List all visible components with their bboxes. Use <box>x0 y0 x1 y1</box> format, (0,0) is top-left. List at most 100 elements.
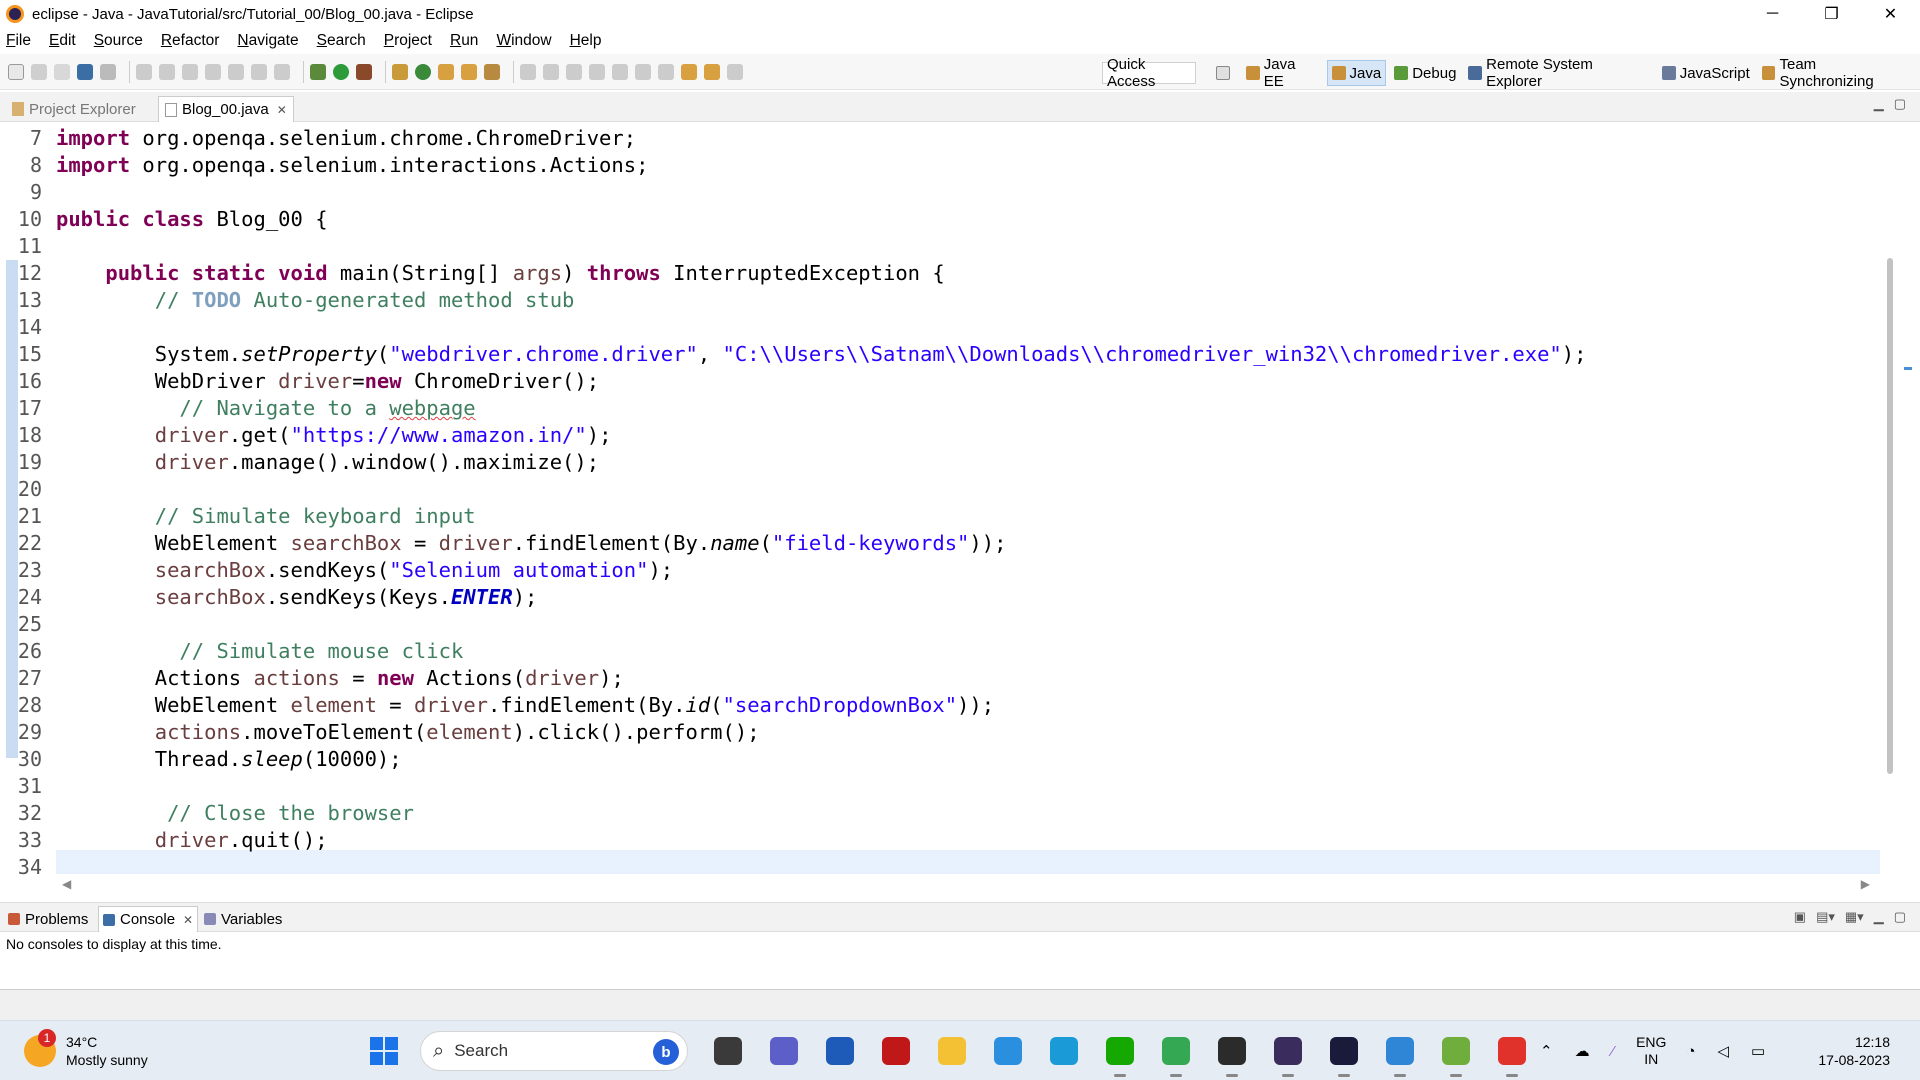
microsoft-store-icon <box>826 1037 854 1065</box>
tab-problems[interactable]: Problems <box>4 906 92 932</box>
tab-console[interactable]: Console ✕ <box>98 906 199 932</box>
minimize-panel-icon[interactable]: ▁ <box>1874 96 1884 112</box>
menu-run[interactable]: Run <box>450 32 478 50</box>
perspective-remote-system-explorer[interactable]: Remote System Explorer <box>1464 56 1653 90</box>
weather-widget[interactable]: 1 34°C Mostly sunny <box>24 1029 148 1069</box>
menu-navigate[interactable]: Navigate <box>237 32 298 50</box>
java-ee-icon <box>1246 66 1260 80</box>
editor-horizontal-scrollbar[interactable]: ◀ ▶ <box>56 874 1876 894</box>
whitespace-icon[interactable] <box>612 63 628 80</box>
tab-project-explorer[interactable]: Project Explorer <box>6 96 142 122</box>
open-console-icon[interactable]: ▦▾ <box>1845 909 1864 925</box>
battery-icon[interactable]: ▭ <box>1751 1042 1765 1060</box>
forward-icon[interactable] <box>727 63 743 80</box>
taskbar-app-8[interactable] <box>1148 1031 1204 1077</box>
taskbar-app-12[interactable] <box>1372 1031 1428 1077</box>
system-clock[interactable]: 12:18 17-08-2023 <box>1818 1033 1890 1069</box>
pen-menu-icon[interactable]: ⁄ <box>1612 1043 1615 1060</box>
new-class-icon[interactable] <box>415 63 431 80</box>
taskbar-app-6[interactable] <box>1036 1031 1092 1071</box>
overview-ruler-marker[interactable] <box>1904 367 1912 370</box>
onedrive-cloud-icon[interactable]: ☁ <box>1575 1042 1590 1060</box>
maximize-button[interactable]: ❐ <box>1802 0 1861 28</box>
wifi-icon[interactable]: ◔ <box>1686 1043 1695 1060</box>
volume-icon[interactable]: ◁ <box>1718 1042 1730 1060</box>
open-task-icon[interactable] <box>461 63 477 80</box>
show-hidden-icons-icon[interactable]: ⌃ <box>1540 1042 1553 1060</box>
save-icon[interactable] <box>31 63 47 80</box>
prev-annotation-icon[interactable] <box>658 63 674 80</box>
step-over-icon[interactable] <box>251 63 267 80</box>
display-console-icon[interactable]: ▤▾ <box>1816 909 1835 925</box>
menu-window[interactable]: Window <box>496 32 551 50</box>
new-icon[interactable] <box>8 63 24 80</box>
close-tab-icon[interactable]: ✕ <box>183 913 193 927</box>
step-return-icon[interactable] <box>274 63 290 80</box>
scroll-right-icon[interactable]: ▶ <box>1861 877 1870 891</box>
open-type-icon[interactable] <box>438 63 454 80</box>
run-icon[interactable] <box>333 63 349 80</box>
skip-breakpoints-icon[interactable] <box>100 63 116 80</box>
perspective-javascript[interactable]: JavaScript <box>1658 60 1754 86</box>
debug-icon[interactable] <box>310 63 326 80</box>
taskbar-app-2[interactable] <box>812 1031 868 1071</box>
menu-help[interactable]: Help <box>570 32 602 50</box>
maximize-panel-icon[interactable]: ▢ <box>1894 96 1906 112</box>
pin-console-icon[interactable]: ▣ <box>1794 909 1806 925</box>
menu-source[interactable]: Source <box>94 32 143 50</box>
menu-file[interactable]: File <box>6 32 31 50</box>
back-icon[interactable] <box>704 63 720 80</box>
minimize-panel-icon[interactable]: ▁ <box>1874 909 1884 925</box>
next-annotation-icon[interactable] <box>635 63 651 80</box>
taskbar-app-7[interactable] <box>1092 1031 1148 1077</box>
perspective-java-ee[interactable]: Java EE <box>1242 56 1323 90</box>
annotation-icon[interactable] <box>520 63 536 80</box>
close-button[interactable]: ✕ <box>1861 0 1920 28</box>
pen-icon[interactable] <box>543 63 559 80</box>
block-select-icon[interactable] <box>589 63 605 80</box>
suspend-icon[interactable] <box>159 63 175 80</box>
perspective-team-sync[interactable]: Team Synchronizing <box>1758 56 1916 90</box>
disconnect-icon[interactable] <box>205 63 221 80</box>
tab-blog-00-java[interactable]: Blog_00.java ✕ <box>158 96 294 122</box>
taskbar-search[interactable]: ⌕ Search b <box>420 1031 688 1071</box>
bing-icon[interactable]: b <box>653 1039 679 1065</box>
terminal-icon[interactable] <box>77 63 93 80</box>
taskbar-app-3[interactable] <box>868 1031 924 1071</box>
quick-access-input[interactable]: Quick Access <box>1102 56 1196 90</box>
minimize-button[interactable]: ─ <box>1743 0 1802 28</box>
perspective-debug[interactable]: Debug <box>1390 60 1460 86</box>
open-perspective-button[interactable] <box>1212 60 1238 86</box>
language-indicator[interactable]: ENG IN <box>1636 1034 1666 1068</box>
maximize-panel-icon[interactable]: ▢ <box>1894 909 1906 925</box>
menu-project[interactable]: Project <box>384 32 432 50</box>
taskbar-app-9[interactable] <box>1204 1031 1260 1077</box>
menu-edit[interactable]: Edit <box>49 32 76 50</box>
menu-search[interactable]: Search <box>317 32 366 50</box>
tab-variables[interactable]: Variables <box>200 906 286 932</box>
toggle-mark-icon[interactable] <box>566 63 582 80</box>
taskbar-app-11[interactable] <box>1316 1031 1372 1077</box>
taskbar-app-10[interactable] <box>1260 1031 1316 1077</box>
terminate-icon[interactable] <box>182 63 198 80</box>
scroll-left-icon[interactable]: ◀ <box>62 877 71 891</box>
taskbar-app-5[interactable] <box>980 1031 1036 1071</box>
search-icon[interactable] <box>484 63 500 80</box>
taskbar-app-0[interactable] <box>700 1031 756 1071</box>
editor-vertical-scrollbar[interactable] <box>1887 258 1893 774</box>
menu-refactor[interactable]: Refactor <box>161 32 220 50</box>
taskbar-app-14[interactable] <box>1484 1031 1540 1077</box>
start-button[interactable] <box>370 1037 398 1065</box>
taskbar-app-4[interactable] <box>924 1031 980 1071</box>
new-package-icon[interactable] <box>392 63 408 80</box>
file-explorer-dark-icon <box>714 1037 742 1065</box>
perspective-java[interactable]: Java <box>1326 60 1387 86</box>
resume-icon[interactable] <box>136 63 152 80</box>
last-edit-icon[interactable] <box>681 63 697 80</box>
external-tools-icon[interactable] <box>356 63 372 80</box>
taskbar-app-1[interactable] <box>756 1031 812 1071</box>
step-into-icon[interactable] <box>228 63 244 80</box>
taskbar-app-13[interactable] <box>1428 1031 1484 1077</box>
save-all-icon[interactable] <box>54 63 70 80</box>
close-tab-icon[interactable]: ✕ <box>277 103 287 117</box>
